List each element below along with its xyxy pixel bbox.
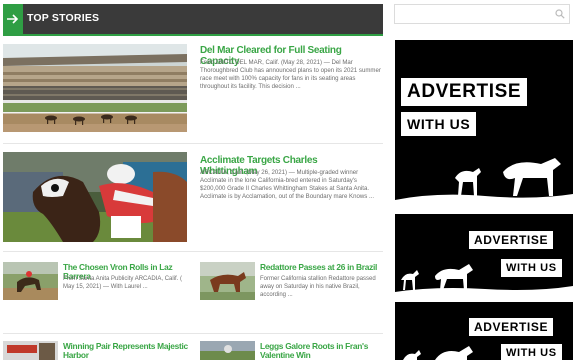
story-divider (3, 251, 383, 252)
story-3-more-link[interactable]: ... (143, 284, 148, 290)
story-4-headline[interactable]: Redattore Passes at 26 in Brazil (260, 262, 382, 272)
story-1-more-link[interactable]: ... (296, 83, 301, 90)
search-input[interactable] (394, 4, 570, 25)
story-2-excerpt-text: ARCADIA, Calif. (May 26, 2021) — Multipl… (200, 169, 370, 201)
story-3-excerpt: From Santa Anita Publicity ARCADIA, Cali… (63, 275, 191, 291)
story-2-image[interactable] (3, 152, 187, 242)
story-4-excerpt-text: Former California stallion Redattore pas… (260, 276, 376, 299)
horses-silhouette-icon (395, 264, 573, 294)
story-1-image[interactable] (3, 44, 187, 132)
advertise-banner-3[interactable]: ADVERTISE WITH US (395, 302, 573, 360)
search-field[interactable] (395, 6, 545, 25)
story-divider (3, 333, 383, 334)
advertise-banner-2[interactable]: ADVERTISE WITH US (395, 214, 573, 294)
header-rule (3, 34, 383, 36)
search-icon[interactable] (555, 9, 565, 19)
story-5-headline[interactable]: Winning Pair Represents Majestic Harbor (63, 341, 191, 360)
story-6-headline[interactable]: Leggs Galore Roots in Fran's Valentine W… (260, 341, 382, 360)
story-2-more-link[interactable]: ... (369, 193, 374, 200)
advertise-banner-1[interactable]: ADVERTISE WITH US (395, 40, 573, 204)
story-1-excerpt-text: From DMTC DEL MAR, Calif. (May 28, 2021)… (200, 59, 381, 91)
story-4-more-link[interactable]: ... (288, 292, 293, 298)
story-2-excerpt: ARCADIA, Calif. (May 26, 2021) — Multipl… (200, 169, 382, 202)
story-4-excerpt: Former California stallion Redattore pas… (260, 275, 382, 299)
story-3-image[interactable] (3, 262, 58, 300)
story-divider (3, 143, 383, 144)
story-4-image[interactable] (200, 262, 255, 300)
horses-silhouette-icon (395, 158, 573, 204)
arrow-right-icon (3, 4, 23, 34)
story-6-image[interactable] (200, 341, 255, 360)
horses-silhouette-icon (403, 346, 473, 360)
top-stories-header: TOP STORIES (3, 4, 383, 34)
story-1-excerpt: From DMTC DEL MAR, Calif. (May 28, 2021)… (200, 59, 382, 92)
section-title: TOP STORIES (27, 12, 100, 24)
story-5-image[interactable] (3, 341, 58, 360)
story-3-excerpt-text: From Santa Anita Publicity ARCADIA, Cali… (63, 276, 183, 291)
